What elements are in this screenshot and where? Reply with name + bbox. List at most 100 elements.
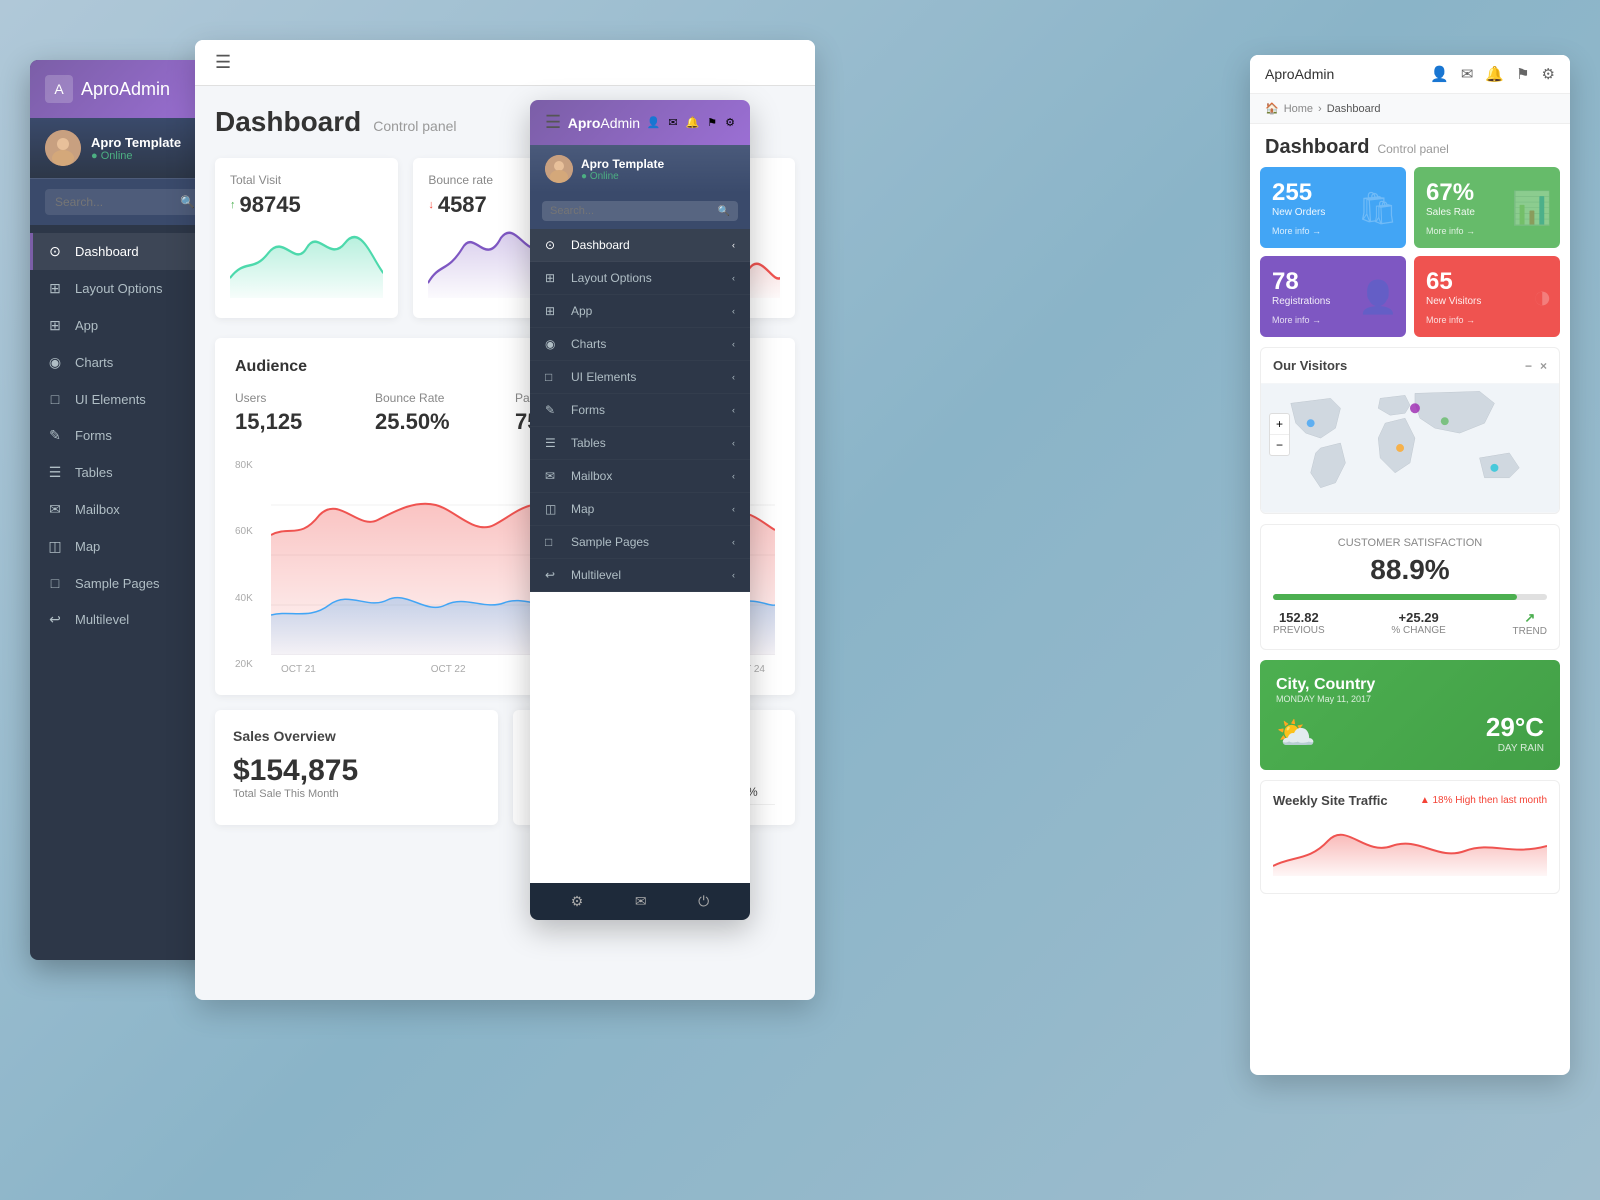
right-topbar: AproAdmin 👤 ✉ 🔔 ⚑ ⚙ (1250, 55, 1570, 94)
mail-icon[interactable]: ✉ (668, 116, 677, 129)
tables-icon: ☰ (45, 464, 65, 481)
gear-icon[interactable]: ⚙ (1542, 65, 1555, 83)
weather-desc: DAY RAIN (1486, 743, 1544, 754)
mid-nav-map[interactable]: ◫ Map ‹ (530, 493, 750, 526)
chart-icon: 📊 (1512, 189, 1552, 227)
mid-sidebar: ☰ AproAdmin 👤 ✉ 🔔 ⚑ ⚙ Apro Template ● On… (530, 100, 750, 920)
zoom-in-button[interactable]: + (1270, 414, 1289, 435)
satisfaction-section: CUSTOMER SATISFACTION 88.9% 152.82 PREVI… (1260, 524, 1560, 650)
sat-previous: 152.82 PREVIOUS (1273, 610, 1325, 637)
nav-label: Mailbox (571, 469, 612, 483)
nav-label: Layout Options (75, 281, 162, 296)
page-subtitle: Control panel (373, 118, 456, 134)
mid-nav-dashboard[interactable]: ⊙ Dashboard ‹ (530, 229, 750, 262)
app-icon: ⊞ (545, 304, 563, 318)
multilevel-icon: ↩ (45, 611, 65, 628)
weather-cloud-icon: ⛅ (1276, 714, 1316, 752)
sat-label: PREVIOUS (1273, 625, 1325, 636)
nav-label: Forms (75, 428, 112, 443)
nav-item-charts[interactable]: ◉ Charts ‹ (30, 344, 220, 381)
sales-title: Sales Overview (233, 728, 480, 744)
more-info-link[interactable]: More info → (1272, 226, 1394, 236)
nav-label: Sample Pages (75, 576, 160, 591)
right-page-title-container: Dashboard Control panel (1250, 124, 1570, 167)
mid-nav-layout[interactable]: ⊞ Layout Options ‹ (530, 262, 750, 295)
right-stat-cards: 255 New Orders More info → 🛍 67% Sales R… (1250, 167, 1570, 347)
nav-item-map[interactable]: ◫ Map ‹ (30, 528, 220, 565)
bell-icon[interactable]: 🔔 (1485, 65, 1504, 83)
mid-search-input[interactable] (550, 205, 718, 217)
settings-icon[interactable]: ⚙ (571, 893, 584, 910)
nav-item-forms[interactable]: ✎ Forms ‹ (30, 417, 220, 454)
nav-arrow: ‹ (732, 570, 735, 580)
mid-nav-mailbox[interactable]: ✉ Mailbox ‹ (530, 460, 750, 493)
search-input[interactable] (55, 195, 180, 209)
more-info-link[interactable]: More info → (1426, 226, 1548, 236)
bell-icon[interactable]: 🔔 (686, 116, 700, 129)
stat-value: 25.50% (375, 409, 495, 435)
weather-temp: 29°C (1486, 712, 1544, 743)
mailbox-icon: ✉ (545, 469, 563, 483)
left-navigation: ⊙ Dashboard ‹ ⊞ Layout Options ‹ ⊞ App ‹… (30, 225, 220, 646)
map-icon: ◫ (45, 538, 65, 555)
gear-icon[interactable]: ⚙ (725, 116, 735, 129)
nav-label: UI Elements (571, 370, 636, 384)
nav-item-app[interactable]: ⊞ App ‹ (30, 307, 220, 344)
world-map (1261, 383, 1559, 513)
stat-new-orders: 255 New Orders More info → 🛍 (1260, 167, 1406, 248)
nav-item-sample[interactable]: □ Sample Pages ‹ (30, 565, 220, 601)
mid-nav-app[interactable]: ⊞ App ‹ (530, 295, 750, 328)
nav-label: Map (571, 502, 594, 516)
mid-nav-forms[interactable]: ✎ Forms ‹ (530, 394, 750, 427)
mid-user-profile: Apro Template ● Online (530, 145, 750, 193)
mid-nav-sample[interactable]: □ Sample Pages ‹ (530, 526, 750, 559)
more-info-link[interactable]: More info → (1426, 315, 1548, 325)
nav-item-tables[interactable]: ☰ Tables ‹ (30, 454, 220, 491)
nav-arrow: ‹ (732, 504, 735, 514)
forms-icon: ✎ (545, 403, 563, 417)
map-icon: ◫ (545, 502, 563, 516)
flag-icon[interactable]: ⚑ (707, 116, 717, 129)
hamburger-icon[interactable]: ☰ (215, 52, 231, 73)
mail-footer-icon[interactable]: ✉ (635, 893, 647, 910)
mid-nav-charts[interactable]: ◉ Charts ‹ (530, 328, 750, 361)
nav-label: Dashboard (571, 238, 630, 252)
sat-label: TREND (1513, 626, 1547, 637)
power-icon[interactable]: ⏻ (698, 893, 709, 910)
user-name: Apro Template (91, 135, 181, 150)
nav-label: Sample Pages (571, 535, 649, 549)
nav-label: Multilevel (571, 568, 621, 582)
weather-main: ⛅ 29°C DAY RAIN (1276, 712, 1544, 754)
brand-name-left: Apro (81, 79, 119, 99)
mid-nav-multilevel[interactable]: ↩ Multilevel ‹ (530, 559, 750, 592)
close-button[interactable]: × (1540, 359, 1547, 373)
nav-arrow: ‹ (732, 273, 735, 283)
nav-label: Tables (571, 436, 606, 450)
map-zoom-controls: + − (1269, 413, 1290, 456)
nav-label: App (75, 318, 98, 333)
visitors-controls: − × (1525, 359, 1547, 373)
flag-icon[interactable]: ⚑ (1516, 65, 1529, 83)
nav-item-multilevel[interactable]: ↩ Multilevel ‹ (30, 601, 220, 638)
more-info-link[interactable]: More info → (1272, 315, 1394, 325)
minimize-button[interactable]: − (1525, 359, 1532, 373)
sample-icon: □ (545, 535, 563, 549)
nav-item-ui[interactable]: □ UI Elements ‹ (30, 381, 220, 417)
visitors-title: Our Visitors (1273, 358, 1347, 373)
traffic-header: Weekly Site Traffic ▲ 18% High then last… (1273, 793, 1547, 808)
sat-change: +25.29 % CHANGE (1391, 610, 1445, 637)
nav-item-dashboard[interactable]: ⊙ Dashboard ‹ (30, 233, 220, 270)
nav-item-layout[interactable]: ⊞ Layout Options ‹ (30, 270, 220, 307)
avatar-icon: 👤 (1430, 65, 1449, 83)
satisfaction-bar (1273, 594, 1547, 600)
mail-icon[interactable]: ✉ (1461, 65, 1474, 83)
mid-nav-tables[interactable]: ☰ Tables ‹ (530, 427, 750, 460)
tables-icon: ☰ (545, 436, 563, 450)
audience-stat-users: Users 15,125 (235, 391, 355, 435)
zoom-out-button[interactable]: − (1270, 435, 1289, 455)
stat-number: 65 (1426, 268, 1548, 296)
nav-item-mailbox[interactable]: ✉ Mailbox ‹ (30, 491, 220, 528)
mid-nav-ui[interactable]: □ UI Elements ‹ (530, 361, 750, 394)
mid-hamburger[interactable]: ☰ (545, 112, 561, 133)
dashboard-icon: ⊙ (45, 243, 65, 260)
